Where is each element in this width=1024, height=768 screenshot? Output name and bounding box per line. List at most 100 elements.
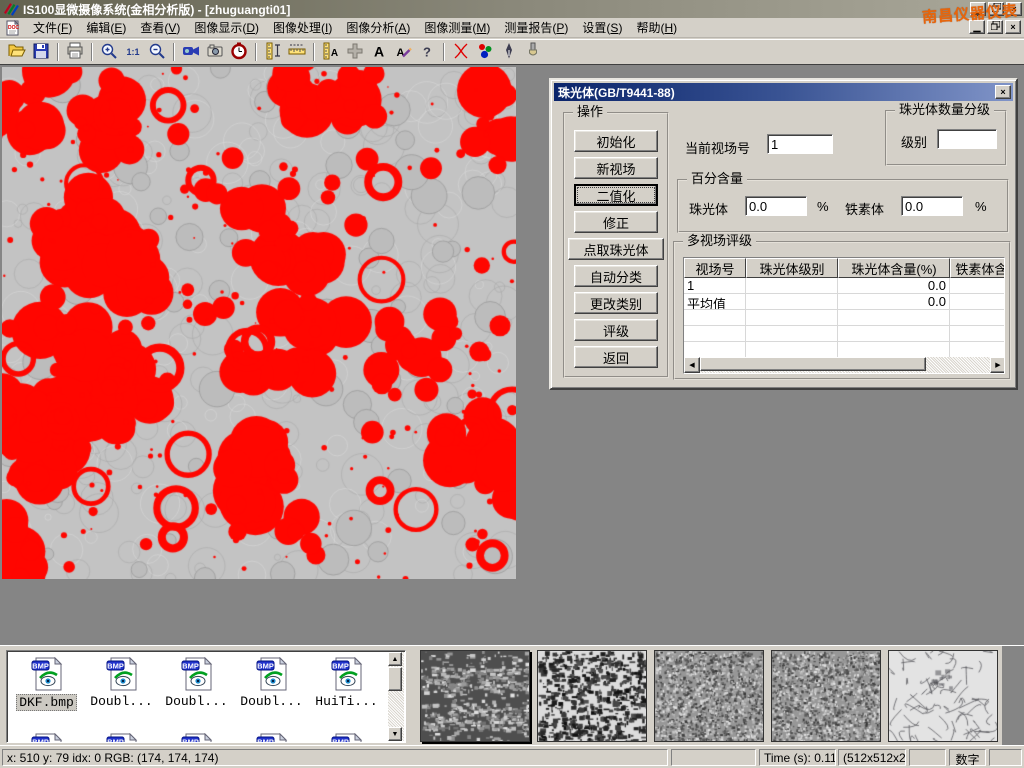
window-title: IS100显微摄像系统(金相分析版) - [zhuguangti01] <box>23 1 290 18</box>
operation-button-1[interactable]: 新视场 <box>574 157 658 179</box>
menu-item-5[interactable]: 图像分析(A) <box>339 17 417 38</box>
edit-text-icon: A <box>394 42 412 63</box>
toolbar-button-curve-tool[interactable] <box>449 41 473 63</box>
menu-item-6[interactable]: 图像测量(M) <box>417 17 497 38</box>
file-item-1[interactable]: BMPDoubl... <box>84 657 159 711</box>
menu-item-1[interactable]: 编辑(E) <box>79 17 133 38</box>
image-thumbnail-1[interactable] <box>537 650 647 742</box>
text-icon: A <box>370 42 388 63</box>
print-icon <box>66 42 84 63</box>
rating-table-header-cell[interactable]: 铁素体含量(%) <box>950 258 1005 278</box>
rating-table-hscrollbar[interactable]: ◀ ▶ <box>684 357 1005 373</box>
operation-button-4[interactable]: 点取珠光体 <box>568 238 664 260</box>
toolbar-button-measure-text[interactable]: A <box>319 41 343 63</box>
level-input[interactable] <box>937 129 997 149</box>
svg-text:?: ? <box>423 44 431 59</box>
file-item-partial[interactable]: BMP <box>309 733 384 743</box>
hscroll-thumb[interactable] <box>700 357 926 371</box>
image-thumbnail-2[interactable] <box>654 650 764 742</box>
restore-button[interactable] <box>988 2 1004 16</box>
menu-item-3[interactable]: 图像显示(D) <box>187 17 266 38</box>
toolbar-button-video-camera[interactable] <box>179 41 203 63</box>
operation-button-6[interactable]: 更改类别 <box>574 292 658 314</box>
rating-table[interactable]: 视场号珠光体级别珠光体含量(%)铁素体含量(%)10.0平均值0.0 ◀ ▶ <box>683 257 1005 374</box>
hscroll-right-button[interactable]: ▶ <box>990 357 1005 373</box>
operation-button-0[interactable]: 初始化 <box>574 130 658 152</box>
pearlite-label: 珠光体 <box>689 199 728 218</box>
current-field-input[interactable] <box>767 134 833 154</box>
menu-item-8[interactable]: 设置(S) <box>575 17 629 38</box>
file-item-4[interactable]: BMPHuiTi... <box>309 657 384 711</box>
toolbar-button-open[interactable] <box>5 41 29 63</box>
table-row[interactable] <box>684 342 1005 358</box>
image-thumbnail-3[interactable] <box>771 650 881 742</box>
table-cell <box>684 342 746 357</box>
rating-table-header-cell[interactable]: 视场号 <box>684 258 746 278</box>
table-row[interactable] <box>684 326 1005 342</box>
close-button[interactable]: × <box>1006 2 1022 16</box>
toolbar-button-caliper[interactable] <box>261 41 285 63</box>
file-item-partial[interactable]: BMP <box>9 733 84 743</box>
toolbar-button-zoom-out[interactable] <box>145 41 169 63</box>
toolbar-button-help[interactable]: ? <box>415 41 439 63</box>
file-item-3[interactable]: BMPDoubl... <box>234 657 309 711</box>
hscroll-left-button[interactable]: ◀ <box>684 357 700 373</box>
operation-button-3[interactable]: 修正 <box>574 211 658 233</box>
image-thumbnail-0[interactable] <box>420 650 530 742</box>
file-list-vscrollbar[interactable]: ▲ ▼ <box>388 652 404 741</box>
pearlite-input[interactable] <box>745 196 807 216</box>
save-icon <box>32 42 50 63</box>
bmp-file-icon: BMP <box>331 733 363 743</box>
caliper-icon <box>264 42 282 63</box>
microstructure-image[interactable] <box>2 67 516 579</box>
mdi-close-button[interactable]: × <box>1005 20 1021 34</box>
file-row-partial: BMPBMPBMPBMPBMP <box>9 733 384 743</box>
toolbar-button-camera[interactable] <box>203 41 227 63</box>
file-item-partial[interactable]: BMP <box>234 733 309 743</box>
toolbar-button-ruler[interactable] <box>285 41 309 63</box>
toolbar-button-brush[interactable] <box>521 41 545 63</box>
image-thumbnail-4[interactable] <box>888 650 998 742</box>
operation-button-2[interactable]: 二值化 <box>574 184 658 206</box>
file-item-0[interactable]: BMPDKF.bmp <box>9 657 84 711</box>
menu-item-9[interactable]: 帮助(H) <box>629 17 684 38</box>
table-row[interactable]: 平均值0.0 <box>684 294 1005 310</box>
rating-table-header-cell[interactable]: 珠光体含量(%) <box>838 258 950 278</box>
toolbar-button-save[interactable] <box>29 41 53 63</box>
toolbar-button-text[interactable]: A <box>367 41 391 63</box>
mdi-restore-button[interactable] <box>987 20 1003 34</box>
menu-item-7[interactable]: 测量报告(P) <box>497 17 575 38</box>
dialog-close-button[interactable]: × <box>995 85 1011 99</box>
toolbar-button-edit-text[interactable]: A <box>391 41 415 63</box>
file-item-partial[interactable]: BMP <box>84 733 159 743</box>
video-camera-icon <box>182 42 200 63</box>
toolbar-button-actual-size[interactable]: 1:1 <box>121 41 145 63</box>
mdi-minimize-button[interactable]: ▁ <box>969 20 985 34</box>
file-item-2[interactable]: BMPDoubl... <box>159 657 234 711</box>
operation-button-7[interactable]: 评级 <box>574 319 658 341</box>
table-row[interactable] <box>684 310 1005 326</box>
vscroll-down-button[interactable]: ▼ <box>388 727 402 741</box>
table-row[interactable]: 10.0 <box>684 278 1005 294</box>
toolbar-button-particles[interactable] <box>473 41 497 63</box>
toolbar-button-print[interactable] <box>63 41 87 63</box>
table-cell <box>746 326 838 341</box>
file-item-partial[interactable]: BMP <box>159 733 234 743</box>
dialog-title-bar[interactable]: 珠光体(GB/T9441-88) × <box>554 83 1013 101</box>
menu-item-0[interactable]: 文件(F) <box>26 17 79 38</box>
menu-item-2[interactable]: 查看(V) <box>133 17 187 38</box>
operation-button-5[interactable]: 自动分类 <box>574 265 658 287</box>
toolbar-button-pen[interactable] <box>497 41 521 63</box>
document-icon[interactable]: DOC <box>4 20 22 36</box>
toolbar-button-timer[interactable] <box>227 41 251 63</box>
vscroll-up-button[interactable]: ▲ <box>388 652 402 666</box>
table-cell: 平均值 <box>684 294 746 309</box>
vscroll-thumb[interactable] <box>388 667 402 691</box>
operation-button-8[interactable]: 返回 <box>574 346 658 368</box>
rating-table-header-cell[interactable]: 珠光体级别 <box>746 258 838 278</box>
ferrite-input[interactable] <box>901 196 963 216</box>
minimize-button[interactable]: ▁ <box>970 2 986 16</box>
toolbar-button-crosshair[interactable] <box>343 41 367 63</box>
toolbar-button-zoom-in[interactable] <box>97 41 121 63</box>
menu-item-4[interactable]: 图像处理(I) <box>266 17 339 38</box>
